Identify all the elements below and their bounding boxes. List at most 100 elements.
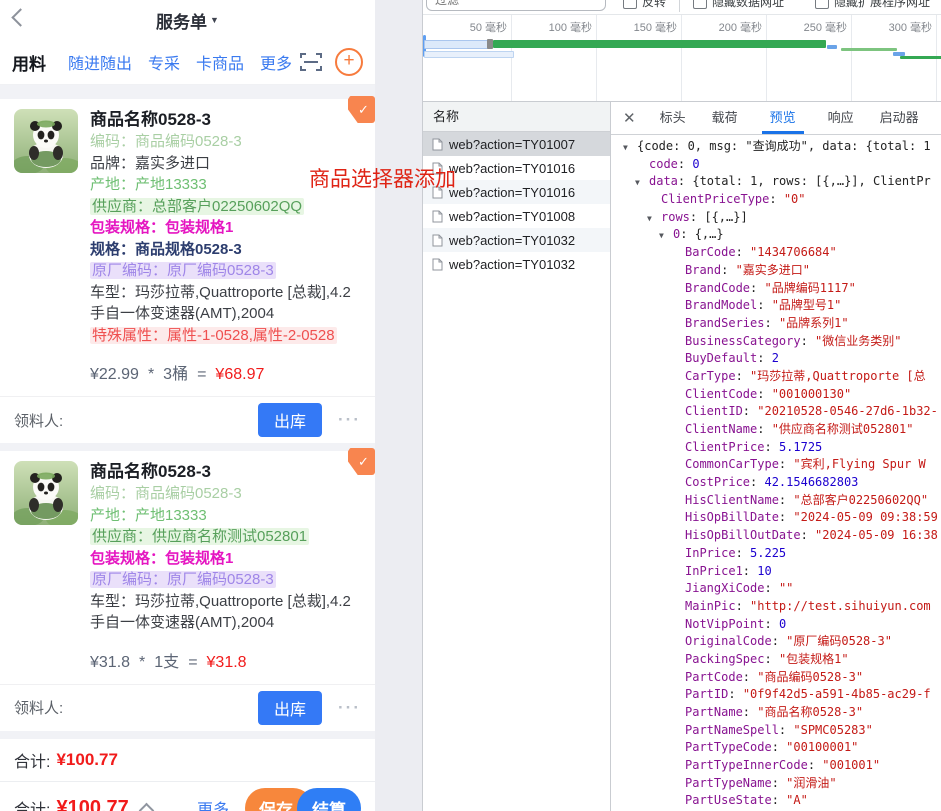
json-tree-line[interactable]: ▼0: {,…} — [611, 226, 941, 244]
product-image — [14, 461, 78, 525]
tab-payload[interactable]: 载荷 — [710, 102, 740, 134]
json-value: "品牌编码1117" — [764, 281, 855, 295]
json-key: BrandModel — [685, 298, 757, 312]
tab-initiator[interactable]: 启动器 — [878, 102, 921, 134]
product-field-plain: 车型：玛莎拉蒂,Quattroporte [总裁],4.2 手自一体变速器(AM… — [90, 284, 351, 323]
product-field-row: 编码：商品编码0528-3 — [90, 131, 361, 153]
product-title: 商品名称0528-3 — [90, 461, 361, 483]
json-value: "商品名称0528-3" — [757, 705, 863, 719]
json-value: {total: 1, rows: [{,…}], ClientPr — [692, 174, 930, 188]
subtotal-label: 合计: — [14, 748, 50, 772]
expand-arrow-icon[interactable]: ▼ — [659, 227, 664, 245]
json-value: "微信业务类别" — [815, 334, 901, 348]
json-key: InPrice — [685, 546, 736, 560]
request-row[interactable]: web?action=TY01032 — [423, 252, 610, 276]
tab-headers[interactable]: 标头 — [658, 102, 688, 134]
page-title[interactable]: 服务单 — [156, 8, 207, 33]
expand-arrow-icon[interactable]: ▼ — [635, 174, 640, 192]
close-icon[interactable]: ✕ — [623, 102, 636, 134]
hide-extension-urls-checkbox[interactable] — [815, 0, 829, 9]
json-value: 0 — [779, 617, 786, 631]
product-card[interactable]: 商品名称0528-3 编码：商品编码0528-3品牌：嘉实多进口产地：产地133… — [0, 99, 375, 396]
tab-response[interactable]: 响应 — [826, 102, 856, 134]
back-chevron-icon[interactable] — [11, 8, 29, 26]
hide-data-urls-group: 隐藏数据网址 — [693, 0, 784, 10]
json-tree-line: OriginalCode: "原厂编码0528-3" — [611, 633, 941, 651]
hide-data-urls-checkbox[interactable] — [693, 0, 707, 9]
json-colon: : — [736, 546, 750, 560]
product-field-row: 原厂编码：原厂编码0528-3 — [90, 569, 361, 591]
json-colon: : — [743, 564, 757, 578]
product-field-row: 特殊属性：属性-1-0528,属性-2-0528 — [90, 325, 361, 347]
product-field-purple: 原厂编码：原厂编码0528-3 — [90, 571, 276, 588]
outbound-button[interactable]: 出库 — [258, 403, 322, 437]
json-colon: : — [764, 316, 778, 330]
json-tree-line: BusinessCategory: "微信业务类别" — [611, 333, 941, 351]
tab-materials[interactable]: 用料 — [12, 50, 46, 75]
outbound-button[interactable]: 出库 — [258, 691, 322, 725]
json-value: "00100001" — [786, 740, 858, 754]
product-field-code: 编码：商品编码0528-3 — [90, 485, 242, 502]
json-tree-line: HisOpBillDate: "2024-05-09 09:38:59 — [611, 509, 941, 527]
request-row[interactable]: web?action=TY01007 — [423, 132, 610, 156]
json-tree-line: ClientID: "20210528-0546-27d6-1b32- — [611, 403, 941, 421]
subtotal-row: 合计: ¥100.77 — [0, 739, 375, 782]
expand-arrow-icon[interactable]: ▼ — [647, 210, 652, 228]
json-tree-line: PartTypeInnerCode: "001001" — [611, 757, 941, 775]
product-field-spec: 规格：商品规格0528-3 — [90, 241, 242, 258]
json-key: PartUseState — [685, 793, 772, 807]
json-tree-line[interactable]: ▼data: {total: 1, rows: [{,…}], ClientPr — [611, 173, 941, 191]
request-row[interactable]: web?action=TY01008 — [423, 204, 610, 228]
app-tab-bar: 用料 随进随出 专采 卡商品 更多 + — [0, 40, 375, 85]
tab-card-product[interactable]: 卡商品 — [196, 50, 244, 74]
json-value: 42.1546682803 — [764, 475, 858, 489]
json-key: CostPrice — [685, 475, 750, 489]
json-key: PartID — [685, 687, 728, 701]
json-value: "供应商名称测试052801" — [772, 422, 914, 436]
checkout-button[interactable]: 结算 — [297, 788, 361, 811]
json-key: BrandSeries — [685, 316, 764, 330]
json-tree-line[interactable]: ▼rows: [{,…}] — [611, 209, 941, 227]
json-key: PartTypeInnerCode — [685, 758, 808, 772]
invert-label: 反转 — [642, 0, 666, 10]
json-value: {,…} — [695, 227, 724, 241]
devtools-network-panel: 反转 隐藏数据网址 隐藏扩展程序网址 50 毫秒 100 毫秒 150 毫秒 2… — [422, 0, 941, 811]
total-value: ¥100.77 — [56, 797, 128, 811]
json-tree-line: Brand: "嘉实多进口" — [611, 262, 941, 280]
json-colon: : — [678, 157, 692, 171]
tab-preview[interactable]: 预览 — [762, 102, 804, 134]
more-actions-icon[interactable]: ··· — [338, 410, 361, 430]
add-product-icon[interactable]: + — [335, 48, 363, 76]
tab-more[interactable]: 更多 — [260, 50, 292, 74]
product-field-row: 规格：商品规格0528-3 — [90, 239, 361, 261]
json-colon: : — [728, 687, 742, 701]
expand-arrow-icon[interactable]: ▼ — [623, 139, 628, 157]
title-dropdown-icon[interactable]: ▼ — [210, 15, 219, 25]
json-colon: : — [690, 210, 704, 224]
scan-icon[interactable] — [299, 52, 323, 72]
more-link[interactable]: 更多 — [197, 796, 229, 811]
product-field-supplier: 供应商：总部客户02250602QQ — [90, 198, 304, 215]
tab-special-purchase[interactable]: 专采 — [148, 50, 180, 74]
json-value: "玛莎拉蒂,Quattroporte [总 — [750, 369, 926, 383]
json-colon: : — [779, 510, 793, 524]
document-icon — [432, 234, 443, 247]
json-key: JiangXiCode — [685, 581, 764, 595]
more-actions-icon[interactable]: ··· — [338, 698, 361, 718]
json-value: 5.1725 — [779, 440, 822, 454]
product-card[interactable]: 商品名称0528-3 编码：商品编码0528-3产地：产地13333供应商：供应… — [0, 451, 375, 684]
network-timeline[interactable]: 50 毫秒 100 毫秒 150 毫秒 200 毫秒 250 毫秒 300 毫秒 — [423, 15, 941, 102]
timeline-tick: 100 毫秒 — [512, 19, 592, 35]
json-key: NotVipPoint — [685, 617, 764, 631]
json-tree-line[interactable]: ▼{code: 0, msg: "查询成功", data: {total: 1 — [611, 138, 941, 156]
request-row[interactable]: web?action=TY01032 — [423, 228, 610, 252]
json-tree-line: code: 0 — [611, 156, 941, 174]
collapse-caret-icon[interactable] — [138, 802, 154, 811]
invert-checkbox[interactable] — [623, 0, 637, 9]
tab-in-out[interactable]: 随进随出 — [68, 50, 132, 74]
json-value: "包装规格1" — [779, 652, 849, 666]
name-column-header[interactable]: 名称 — [423, 102, 610, 132]
product-field-plain: 品牌：嘉实多进口 — [90, 155, 210, 172]
waterfall-bar-waiting — [424, 51, 514, 58]
filter-input[interactable] — [426, 0, 606, 11]
